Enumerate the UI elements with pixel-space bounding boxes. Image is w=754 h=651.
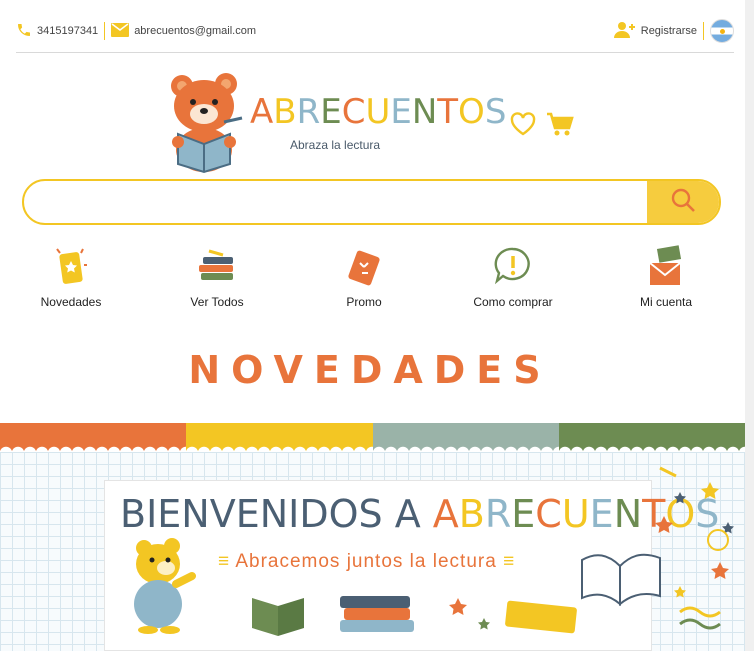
books-stack-icon bbox=[199, 249, 233, 280]
bear-reading-illustration bbox=[134, 538, 196, 634]
logo-title: ABRECUENTOS bbox=[250, 92, 507, 132]
banner-subtitle-text: Abracemos juntos la lectura bbox=[235, 551, 497, 572]
add-user-icon bbox=[613, 21, 636, 42]
nav-label: Como comprar bbox=[473, 295, 553, 309]
color-band bbox=[0, 423, 745, 453]
site-logo[interactable]: ABRECUENTOS Abraza la lectura bbox=[164, 70, 506, 174]
books-illustration bbox=[252, 596, 577, 636]
header-actions bbox=[510, 112, 574, 143]
news-icon bbox=[56, 248, 87, 284]
nav-item-promo[interactable]: Promo bbox=[299, 245, 429, 309]
register-label: Registrarse bbox=[640, 25, 697, 37]
nav-item-como-comprar[interactable]: Como comprar bbox=[448, 245, 578, 309]
logo-subtitle: Abraza la lectura bbox=[290, 138, 381, 152]
banner-subtitle: ≡ Abracemos juntos la lectura ≡ bbox=[218, 551, 515, 573]
nav-label: Ver Todos bbox=[190, 295, 244, 309]
nav-item-ver-todos[interactable]: Ver Todos bbox=[152, 245, 282, 309]
register-link[interactable]: Registrarse bbox=[613, 21, 697, 42]
nav-label: Promo bbox=[346, 295, 382, 309]
phone-number: 3415197341 bbox=[37, 25, 99, 37]
phone-contact[interactable]: 3415197341 bbox=[16, 22, 98, 41]
nav-label: Novedades bbox=[40, 295, 102, 309]
banner-title-part1: BIENVENIDOS A bbox=[120, 492, 433, 536]
header-divider bbox=[16, 52, 734, 53]
search-input[interactable] bbox=[24, 181, 649, 223]
promo-book-icon bbox=[348, 250, 380, 286]
account-envelope-icon bbox=[649, 245, 682, 285]
search-bar bbox=[22, 179, 721, 225]
sparkle-icon: ≡ bbox=[503, 551, 516, 572]
cart-icon[interactable] bbox=[546, 112, 574, 143]
band-grey bbox=[372, 423, 559, 453]
sparkle-icon: ≡ bbox=[218, 551, 231, 572]
email-contact[interactable]: abrecuentos@gmail.com bbox=[111, 22, 257, 40]
search-button[interactable] bbox=[647, 181, 719, 223]
top-bar: 3415197341 abrecuentos@gmail.com Registr… bbox=[16, 14, 734, 48]
phone-icon bbox=[16, 22, 32, 41]
nav-label: Mi cuenta bbox=[639, 295, 693, 309]
divider bbox=[104, 22, 106, 40]
band-orange bbox=[0, 423, 187, 453]
nav-item-novedades[interactable]: Novedades bbox=[6, 245, 136, 309]
bear-mascot-icon bbox=[171, 73, 243, 174]
info-bubble-icon bbox=[494, 247, 530, 285]
nav-item-mi-cuenta[interactable]: Mi cuenta bbox=[601, 245, 731, 309]
mail-icon bbox=[111, 22, 130, 40]
heart-icon[interactable] bbox=[510, 112, 536, 143]
section-title: NOVEDADES bbox=[188, 348, 552, 392]
divider bbox=[703, 22, 704, 40]
category-nav: Novedades Ver Todos Promo Como comprar M… bbox=[0, 245, 745, 325]
band-green bbox=[558, 423, 745, 453]
search-icon bbox=[670, 187, 696, 218]
banner-title: BIENVENIDOS A ABRECUENTOS bbox=[120, 492, 719, 536]
doodle-decoration bbox=[655, 466, 734, 630]
argentina-flag-icon[interactable] bbox=[710, 19, 734, 43]
scrollbar-track[interactable] bbox=[745, 0, 754, 651]
email-address: abrecuentos@gmail.com bbox=[134, 25, 257, 37]
band-yellow bbox=[186, 423, 373, 453]
